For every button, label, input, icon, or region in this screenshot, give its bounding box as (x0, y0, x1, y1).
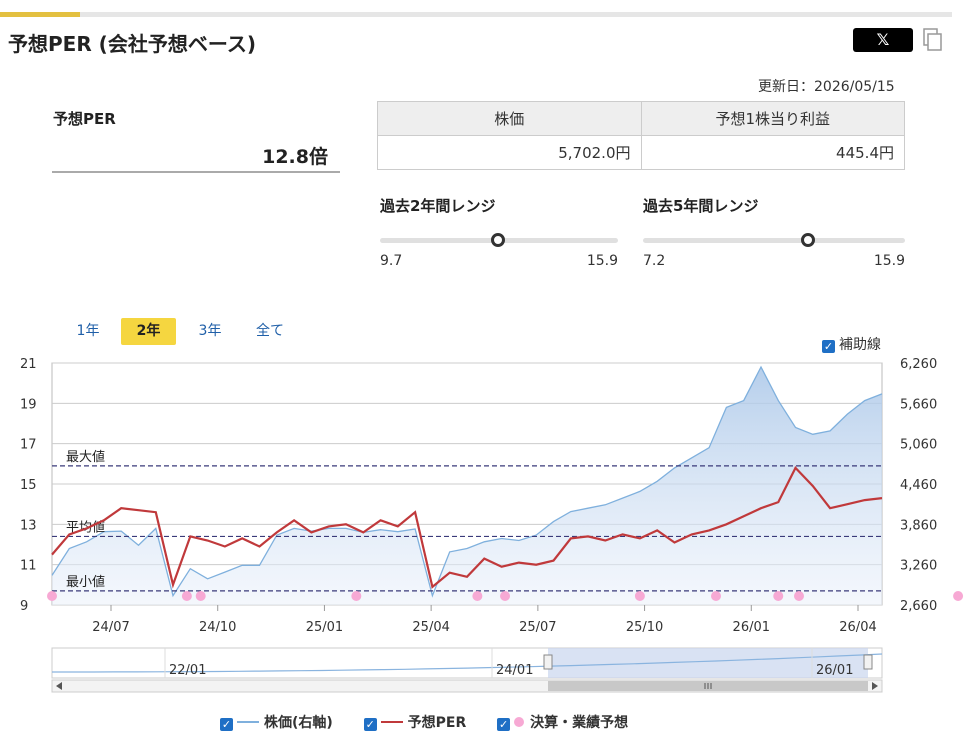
legend-per[interactable]: ✓ 予想PER (363, 712, 467, 732)
x-tick-label: 25/01 (306, 620, 343, 635)
left-tick-label: 11 (20, 559, 37, 574)
ref-line-label: 最大値 (66, 449, 105, 465)
legend-price[interactable]: ✓ 株価(右軸) (220, 712, 333, 732)
event-dot (634, 591, 645, 601)
legend-price-label: 株価(右軸) (264, 715, 333, 731)
legend-events-label: 決算・業績予想 (530, 715, 629, 731)
navigator-tick-label: 24/01 (496, 663, 533, 678)
x-tick-label: 24/07 (92, 620, 129, 635)
ref-line-label: 最小値 (66, 574, 105, 590)
left-tick-label: 9 (20, 599, 28, 614)
event-dot (181, 591, 192, 601)
price-swatch (237, 721, 259, 723)
x-tick-label: 25/10 (626, 620, 663, 635)
x-tick-label: 25/04 (412, 620, 449, 635)
event-swatch (514, 717, 525, 727)
event-dot (953, 591, 964, 601)
x-tick-label: 24/10 (199, 620, 236, 635)
x-tick-label: 26/04 (839, 620, 876, 635)
event-dot (773, 591, 784, 601)
x-tick-label: 26/01 (733, 620, 770, 635)
event-dot (351, 591, 362, 601)
navigator-tick-label: 26/01 (816, 663, 853, 678)
right-tick-label: 4,460 (900, 478, 937, 493)
checkbox-icon[interactable]: ✓ (220, 718, 233, 731)
navigator[interactable]: 22/01 24/01 26/01 (51, 647, 883, 693)
per-swatch (380, 721, 403, 723)
event-dot (195, 591, 206, 601)
checkbox-icon[interactable]: ✓ (363, 718, 377, 731)
right-tick-label: 5,660 (900, 397, 937, 412)
legend-per-label: 予想PER (407, 715, 467, 731)
left-tick-label: 13 (20, 518, 37, 533)
event-dot (500, 591, 511, 601)
left-tick-label: 21 (20, 357, 37, 372)
left-tick-label: 17 (20, 438, 37, 453)
event-dot (794, 591, 804, 601)
left-tick-label: 15 (20, 478, 37, 493)
right-tick-label: 3,260 (900, 559, 937, 574)
right-tick-label: 3,860 (900, 518, 937, 533)
left-tick-label: 19 (20, 397, 37, 412)
per-chart: 最大値平均値最小値 21 6,26019 5,66017 5,06015 4,46013… (20, 357, 964, 693)
navigator-handle[interactable] (543, 654, 553, 670)
event-dot (47, 591, 57, 601)
legend-events[interactable]: ✓ 決算・業績予想 (497, 712, 628, 732)
event-dot (472, 591, 483, 601)
navigator-handle[interactable] (863, 654, 873, 670)
checkbox-icon[interactable]: ✓ (497, 718, 511, 731)
right-tick-label: 2,660 (900, 599, 937, 614)
legend: ✓ 株価(右軸) ✓ 予想PER ✓ 決算・業績予想 (220, 712, 654, 732)
x-tick-label: 25/07 (519, 620, 556, 635)
right-tick-label: 5,060 (900, 438, 937, 453)
navigator-tick-label: 22/01 (169, 663, 206, 678)
right-tick-label: 6,260 (900, 357, 937, 372)
event-dot (711, 591, 721, 601)
